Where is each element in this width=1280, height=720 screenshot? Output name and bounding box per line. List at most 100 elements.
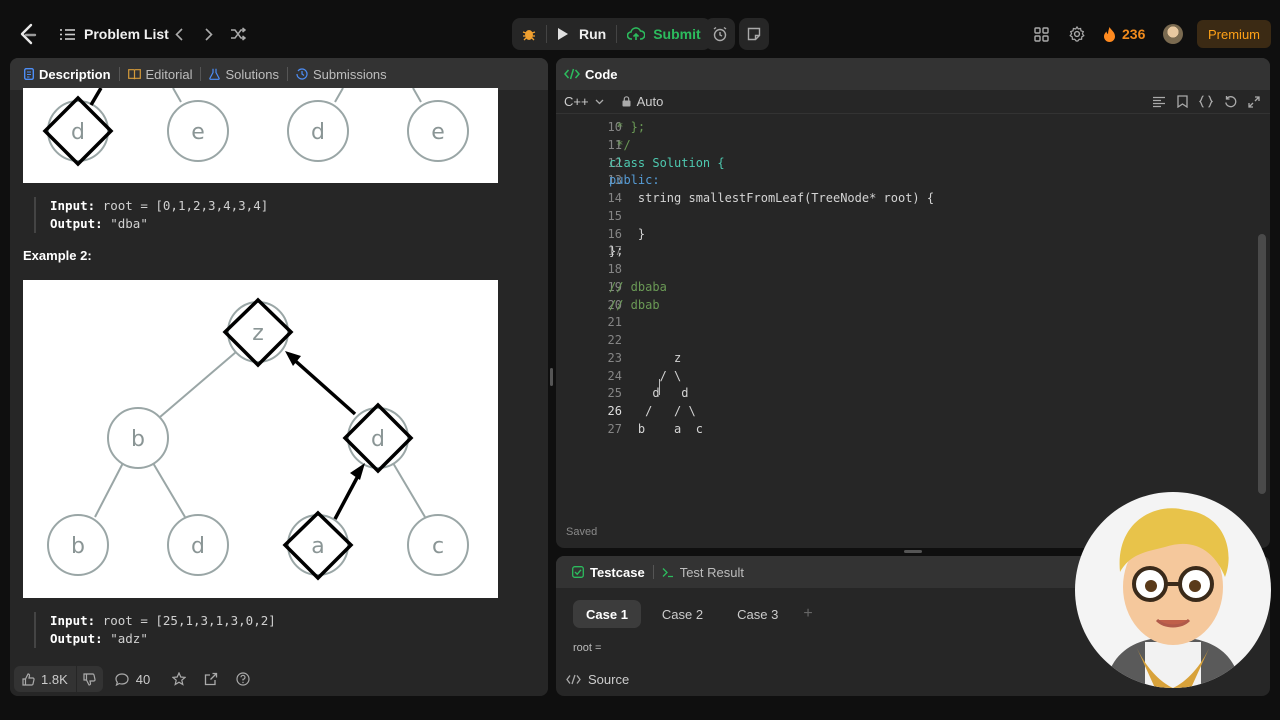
code-line: / \ bbox=[609, 368, 682, 383]
debug-icon[interactable] bbox=[516, 22, 542, 46]
fire-icon bbox=[1103, 26, 1116, 43]
code-line: b a c bbox=[609, 421, 703, 436]
tab-solutions[interactable]: Solutions bbox=[203, 58, 284, 90]
language-select[interactable]: C++ bbox=[564, 94, 604, 109]
ex2-output-label: Output: bbox=[50, 631, 103, 646]
code-panel: Code C++ Auto Saved bbox=[556, 58, 1270, 548]
line-number: 15 bbox=[607, 208, 622, 223]
code-line: // dbaba bbox=[609, 279, 667, 294]
code-line: * }; bbox=[609, 120, 646, 134]
layout-icon[interactable] bbox=[1032, 10, 1050, 58]
tab-test-result[interactable]: Test Result bbox=[656, 556, 750, 588]
expand-icon[interactable] bbox=[1248, 95, 1260, 108]
code-line: string smallestFromLeaf(TreeNode* root) … bbox=[609, 191, 935, 205]
code-header: Code bbox=[556, 58, 1270, 90]
thumbs-up-icon bbox=[22, 672, 35, 686]
reset-icon[interactable] bbox=[1224, 95, 1237, 108]
play-icon bbox=[557, 27, 569, 41]
streak-counter[interactable]: 236 bbox=[1103, 10, 1145, 58]
tab-testcase[interactable]: Testcase bbox=[566, 556, 651, 588]
tab-test-result-label: Test Result bbox=[679, 564, 744, 580]
chevron-left-icon[interactable] bbox=[172, 10, 186, 58]
code-line: z bbox=[609, 350, 682, 365]
format-icon[interactable] bbox=[1152, 96, 1166, 108]
thumbs-down-icon[interactable] bbox=[77, 672, 103, 686]
alarm-icon[interactable] bbox=[705, 18, 735, 50]
text-cursor bbox=[659, 379, 660, 395]
tab-submissions-label: Submissions bbox=[312, 66, 387, 82]
example1-io: Input: root = [0,1,2,3,4,3,4] Output: "d… bbox=[34, 197, 268, 233]
ex1-node-3: e bbox=[431, 120, 445, 145]
vertical-resize-handle[interactable] bbox=[550, 368, 553, 386]
auto-mode-toggle[interactable]: Auto bbox=[622, 94, 664, 109]
book-icon bbox=[127, 68, 141, 80]
source-button[interactable]: Source bbox=[566, 672, 629, 687]
cloud-upload-icon bbox=[627, 27, 646, 41]
example2-io: Input: root = [25,1,3,1,3,0,2] Output: "… bbox=[34, 612, 276, 648]
help-icon[interactable] bbox=[234, 672, 252, 686]
tab-description[interactable]: Description bbox=[18, 58, 117, 90]
star-icon[interactable] bbox=[170, 672, 188, 686]
source-code-icon bbox=[566, 674, 581, 685]
like-button[interactable]: 1.8K bbox=[14, 672, 76, 687]
ex2-node-l: b bbox=[131, 427, 145, 452]
comments-button[interactable]: 40 bbox=[115, 672, 150, 687]
tab-editorial[interactable]: Editorial bbox=[122, 58, 199, 90]
ex2-node-ll: b bbox=[71, 534, 85, 559]
ex1-node-1: e bbox=[191, 120, 205, 145]
ex2-input-value: root = [25,1,3,1,3,0,2] bbox=[102, 613, 276, 628]
case-3-button[interactable]: Case 3 bbox=[724, 600, 791, 628]
tab-editorial-label: Editorial bbox=[145, 66, 193, 82]
code-line: } bbox=[609, 226, 646, 241]
code-line: class Solution { bbox=[609, 155, 725, 170]
code-line: // dbab bbox=[609, 297, 660, 312]
add-case-button[interactable]: + bbox=[799, 605, 816, 623]
ex1-node-0: d bbox=[71, 120, 85, 145]
editor-status: Saved bbox=[566, 526, 598, 538]
comment-icon bbox=[115, 672, 129, 686]
case-2-button[interactable]: Case 2 bbox=[649, 600, 716, 628]
code-line: public: bbox=[609, 173, 660, 188]
tab-submissions[interactable]: Submissions bbox=[290, 58, 393, 90]
document-icon bbox=[24, 68, 34, 80]
editor-scrollbar[interactable] bbox=[1258, 234, 1266, 494]
example2-tree-image: z b d b d a c bbox=[23, 280, 498, 598]
submit-button[interactable]: Submit bbox=[617, 26, 706, 42]
shuffle-icon[interactable] bbox=[229, 10, 247, 58]
bookmark-icon[interactable] bbox=[1177, 95, 1188, 108]
tab-testcase-label: Testcase bbox=[590, 564, 645, 580]
case-1-button[interactable]: Case 1 bbox=[573, 600, 641, 628]
gear-icon[interactable] bbox=[1068, 10, 1086, 58]
note-icon[interactable] bbox=[739, 18, 769, 50]
problem-list-button[interactable]: Problem List bbox=[60, 10, 169, 58]
ex2-node-root: z bbox=[252, 321, 264, 346]
chevron-right-icon[interactable] bbox=[202, 10, 216, 58]
code-line: d d bbox=[609, 386, 689, 401]
editor-toolbar: C++ Auto bbox=[556, 90, 1270, 114]
ex1-input-value: root = [0,1,2,3,4,3,4] bbox=[102, 198, 269, 213]
streak-count: 236 bbox=[1122, 26, 1146, 42]
ex2-node-r: d bbox=[371, 427, 385, 452]
problem-list-label: Problem List bbox=[84, 26, 169, 42]
share-icon[interactable] bbox=[202, 672, 220, 686]
submit-label: Submit bbox=[653, 26, 701, 42]
avatar[interactable] bbox=[1163, 10, 1183, 58]
chevron-down-icon bbox=[595, 99, 604, 105]
run-button[interactable]: Run bbox=[551, 26, 616, 42]
ex2-input-label: Input: bbox=[50, 613, 96, 628]
braces-icon[interactable] bbox=[1199, 95, 1213, 108]
horizontal-resize-handle[interactable] bbox=[904, 550, 922, 553]
flask-icon bbox=[209, 68, 221, 80]
code-line: */ bbox=[609, 137, 631, 152]
premium-label: Premium bbox=[1208, 26, 1261, 42]
mode-value: Auto bbox=[636, 94, 664, 109]
logo-icon[interactable] bbox=[18, 10, 38, 58]
line-number: 18 bbox=[607, 262, 622, 276]
root-label: root = bbox=[573, 642, 602, 654]
line-number: 22 bbox=[607, 333, 622, 347]
premium-button[interactable]: Premium bbox=[1197, 20, 1272, 48]
example2-title: Example 2: bbox=[23, 248, 92, 263]
description-panel: Description Editorial Solutions Submissi… bbox=[10, 58, 548, 696]
line-number: 21 bbox=[607, 315, 622, 330]
tab-solutions-label: Solutions bbox=[225, 66, 279, 82]
